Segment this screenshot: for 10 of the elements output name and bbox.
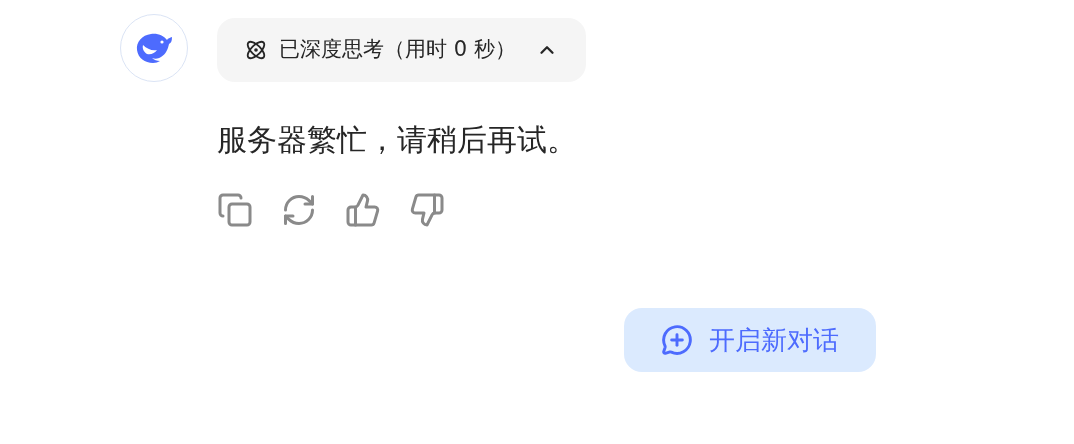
new-chat-button[interactable]: 开启新对话	[624, 308, 876, 372]
refresh-icon[interactable]	[281, 192, 317, 228]
thinking-toggle[interactable]: 已深度思考（用时 0 秒）	[217, 18, 586, 82]
thumbs-up-icon[interactable]	[345, 192, 381, 228]
copy-icon[interactable]	[217, 192, 253, 228]
whale-logo-icon	[134, 31, 174, 65]
thumbs-down-icon[interactable]	[409, 192, 445, 228]
response-text: 服务器繁忙，请稍后再试。	[217, 121, 578, 159]
atom-icon	[245, 39, 267, 61]
chat-plus-icon	[661, 324, 693, 356]
